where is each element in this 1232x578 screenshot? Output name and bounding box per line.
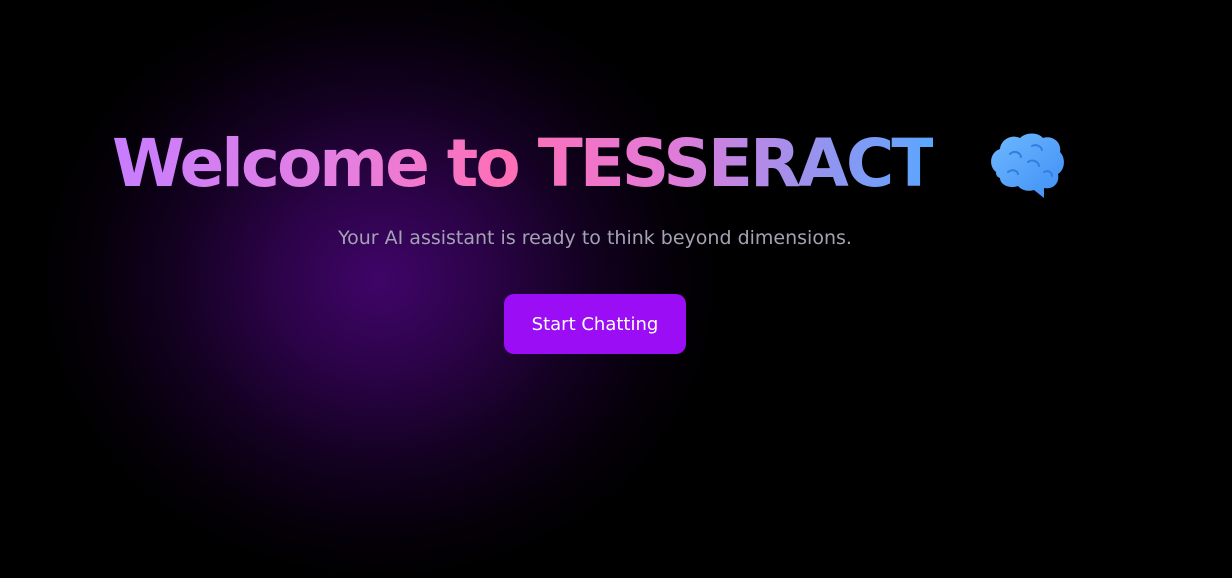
hero-title-brand: TESSERACT — [537, 125, 934, 202]
brain-icon — [991, 133, 1064, 198]
hero-title-prefix: Welcome to — [112, 125, 538, 202]
hero-subtitle: Your AI assistant is ready to think beyo… — [338, 227, 852, 249]
hero-title: Welcome to TESSERACT — [112, 122, 933, 206]
welcome-page: Welcome to TESSERACT Your AI assistant i… — [0, 0, 1232, 578]
start-chatting-button[interactable]: Start Chatting — [504, 294, 686, 354]
